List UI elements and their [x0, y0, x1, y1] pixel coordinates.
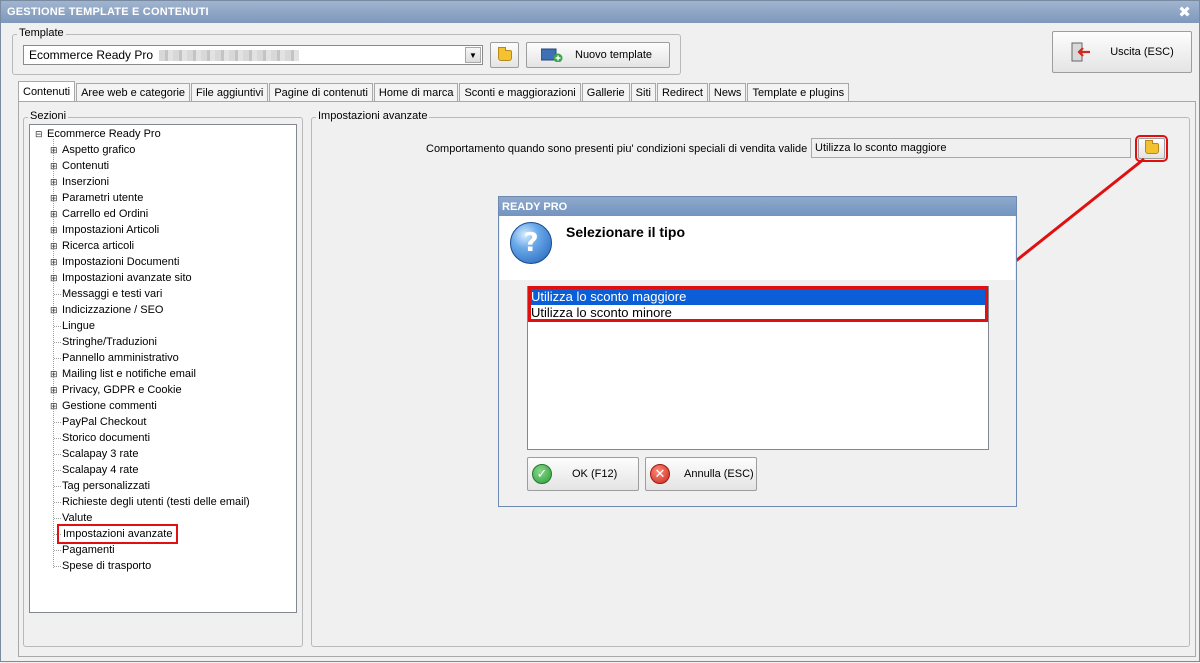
select-type-button[interactable] [1135, 135, 1168, 162]
tab-template-plugins[interactable]: Template e plugins [747, 83, 850, 101]
new-template-label: Nuovo template [575, 49, 653, 61]
exit-door-icon [1071, 42, 1091, 62]
tree-item[interactable]: Tag personalizzati [62, 479, 150, 493]
conditions-behavior-field: Utilizza lo sconto maggiore [811, 138, 1131, 158]
tab-pagine-contenuti[interactable]: Pagine di contenuti [269, 83, 373, 101]
type-listbox[interactable]: Utilizza lo sconto maggiore Utilizza lo … [527, 286, 989, 450]
sections-group-label: Sezioni [28, 110, 69, 122]
tree-item[interactable]: Stringhe/Traduzioni [62, 335, 157, 349]
template-manager-window: GESTIONE TEMPLATE E CONTENUTI ✖ Template… [0, 0, 1200, 662]
new-template-button[interactable]: Nuovo template [526, 42, 670, 68]
tree-item[interactable]: Pagamenti [62, 543, 115, 557]
ok-button[interactable]: ✓ OK (F12) [527, 457, 639, 491]
new-template-icon [541, 48, 563, 62]
tree-item[interactable]: Gestione commenti [62, 399, 157, 413]
cancel-icon: ✕ [650, 464, 670, 484]
tree-item[interactable]: Pannello amministrativo [62, 351, 179, 365]
expand-icon[interactable]: ⊞ [50, 306, 58, 315]
tab-file-aggiuntivi[interactable]: File aggiuntivi [191, 83, 269, 101]
tree-item[interactable]: PayPal Checkout [62, 415, 146, 429]
tab-redirect[interactable]: Redirect [656, 83, 708, 101]
window-title: GESTIONE TEMPLATE E CONTENUTI [7, 6, 209, 18]
dialog-title: READY PRO [499, 197, 1016, 216]
exit-button-label: Uscita (ESC) [1110, 46, 1174, 58]
tab-contenuti[interactable]: Contenuti [18, 81, 76, 101]
chevron-down-icon[interactable]: ▼ [465, 47, 481, 63]
tree-item[interactable]: Richieste degli utenti (testi delle emai… [62, 495, 250, 509]
tree-item[interactable]: Impostazioni Documenti [62, 255, 179, 269]
tab-sconti[interactable]: Sconti e maggiorazioni [459, 83, 581, 101]
tree-item[interactable]: Inserzioni [62, 175, 109, 189]
tree-item[interactable]: Messaggi e testi vari [62, 287, 162, 301]
folder-icon [497, 46, 512, 61]
expand-icon[interactable]: ⊞ [50, 162, 58, 171]
title-bar: GESTIONE TEMPLATE E CONTENUTI ✖ [1, 1, 1199, 23]
tree-item[interactable]: Impostazioni avanzate [56, 524, 179, 544]
tree-root[interactable]: Ecommerce Ready Pro [47, 127, 161, 141]
expand-icon[interactable]: ⊞ [50, 258, 58, 267]
sections-tree[interactable]: ⊟ Ecommerce Ready Pro ⊞ Aspetto grafico ⊞ C… [29, 124, 297, 613]
tree-item[interactable]: Contenuti [62, 159, 109, 173]
tab-aree-web[interactable]: Aree web e categorie [76, 83, 191, 101]
open-template-button[interactable] [490, 42, 519, 68]
tab-home-marca[interactable]: Home di marca [373, 83, 459, 101]
expand-icon[interactable]: ⊞ [50, 178, 58, 187]
tree-item[interactable]: Impostazioni avanzate sito [62, 271, 192, 285]
tree-item[interactable]: Valute [62, 511, 92, 525]
tree-item[interactable]: Privacy, GDPR e Cookie [62, 383, 182, 397]
expand-icon[interactable]: ⊞ [50, 194, 58, 203]
tab-news[interactable]: News [708, 83, 747, 101]
main-tabs: Contenuti Aree web e categorie File aggi… [18, 81, 850, 102]
tree-item[interactable]: Storico documenti [62, 431, 150, 445]
list-option-maggiore[interactable]: Utilizza lo sconto maggiore [530, 289, 986, 305]
template-combo-value: Ecommerce Ready Pro [29, 48, 154, 62]
advanced-group-label: Impostazioni avanzate [316, 110, 430, 122]
dialog-heading: Selezionare il tipo [566, 224, 686, 240]
exit-button[interactable]: Uscita (ESC) [1052, 31, 1192, 73]
tree-item[interactable]: Parametri utente [62, 191, 143, 205]
question-icon: ? [510, 222, 552, 264]
expand-icon[interactable]: ⊞ [50, 386, 58, 395]
collapse-icon[interactable]: ⊟ [35, 130, 43, 139]
redacted-text [159, 50, 300, 62]
tree-item[interactable]: Scalapay 4 rate [62, 463, 138, 477]
expand-icon[interactable]: ⊞ [50, 370, 58, 379]
folder-icon [1144, 140, 1159, 154]
checkmark-icon: ✓ [532, 464, 552, 484]
cancel-button[interactable]: ✕ Annulla (ESC) [645, 457, 757, 491]
expand-icon[interactable]: ⊞ [50, 274, 58, 283]
tree-item[interactable]: Indicizzazione / SEO [62, 303, 164, 317]
tree-item[interactable]: Lingue [62, 319, 95, 333]
expand-icon[interactable]: ⊞ [50, 146, 58, 155]
tree-item[interactable]: Mailing list e notifiche email [62, 367, 196, 381]
expand-icon[interactable]: ⊞ [50, 226, 58, 235]
select-type-dialog: READY PRO ? Selezionare il tipo Utilizza… [498, 196, 1017, 507]
tab-gallerie[interactable]: Gallerie [581, 83, 630, 101]
expand-icon[interactable]: ⊞ [50, 210, 58, 219]
tree-item[interactable]: Aspetto grafico [62, 143, 135, 157]
template-group-label: Template [17, 27, 66, 39]
ok-button-label: OK (F12) [572, 468, 618, 480]
tree-item[interactable]: Carrello ed Ordini [62, 207, 148, 221]
tab-siti[interactable]: Siti [630, 83, 656, 101]
expand-icon[interactable]: ⊞ [50, 242, 58, 251]
tree-item[interactable]: Impostazioni Articoli [62, 223, 159, 237]
tree-item[interactable]: Spese di trasporto [62, 559, 151, 573]
tree-item[interactable]: Ricerca articoli [62, 239, 134, 253]
tree-item[interactable]: Scalapay 3 rate [62, 447, 138, 461]
template-combo[interactable]: Ecommerce Ready Pro ▼ [23, 45, 483, 65]
cancel-button-label: Annulla (ESC) [684, 468, 754, 480]
close-icon[interactable]: ✖ [1178, 3, 1191, 21]
expand-icon[interactable]: ⊞ [50, 402, 58, 411]
conditions-behavior-label: Comportamento quando sono presenti piu' … [426, 143, 814, 155]
dialog-header: ? Selezionare il tipo [500, 216, 1015, 280]
list-option-minore[interactable]: Utilizza lo sconto minore [530, 305, 986, 321]
